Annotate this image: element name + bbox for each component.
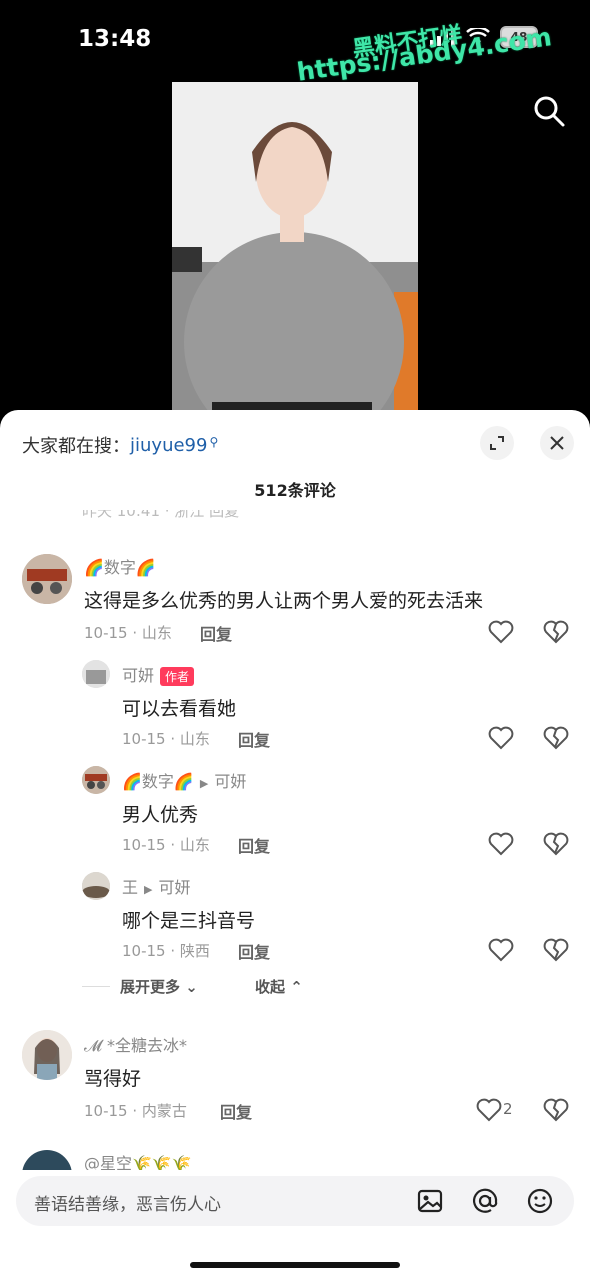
chevron-up-icon: ⌃: [290, 978, 303, 996]
avatar-image: [82, 766, 110, 794]
reply-to-username: 可妍: [158, 878, 191, 897]
reply-button[interactable]: 回复: [238, 833, 270, 857]
video-frame-illustration: [172, 82, 418, 412]
video-preview[interactable]: [172, 82, 418, 412]
close-panel-button[interactable]: [540, 426, 574, 460]
author-badge: 作者: [160, 667, 195, 686]
comments-panel: 大家都在搜： jiuyue99 ⚲ 512条评论 昨天 10:41 · 浙江 回…: [0, 410, 590, 1280]
close-icon: [550, 436, 564, 450]
reply-username[interactable]: 可妍 作者: [122, 662, 195, 686]
trending-prefix: 大家都在搜：: [22, 436, 130, 457]
comment-date-location: 10-15 · 内蒙古: [84, 1102, 187, 1120]
chevron-down-icon: ⌄: [185, 978, 198, 996]
reply-text: 哪个是三抖音号: [122, 910, 256, 932]
previous-comment-partial: 昨天 10:41 · 浙江 回复: [82, 510, 240, 520]
status-time: 13:48: [78, 26, 152, 52]
thread-divider: [82, 986, 110, 987]
reply-arrow-icon: ▶: [199, 777, 209, 790]
comment-count: 512条评论: [254, 481, 336, 500]
comment-username[interactable]: 𝓜 *全糖去冰*: [84, 1032, 187, 1056]
like-icon[interactable]: [488, 938, 514, 962]
like-icon[interactable]: [488, 620, 514, 644]
expand-panel-button[interactable]: [480, 426, 514, 460]
mention-icon[interactable]: [471, 1187, 499, 1215]
dislike-icon[interactable]: [543, 938, 569, 962]
emoji-icon[interactable]: [526, 1187, 554, 1215]
expand-icon: [490, 436, 504, 450]
avatar-image: [82, 872, 110, 900]
dislike-icon[interactable]: [543, 620, 569, 644]
like-icon[interactable]: [476, 1098, 502, 1122]
comment-text: 这得是多么优秀的男人让两个男人爱的死去活来: [84, 590, 484, 612]
avatar-image: [22, 1030, 72, 1080]
expand-more-button[interactable]: 展开更多 ⌄: [120, 976, 198, 997]
like-icon[interactable]: [488, 832, 514, 856]
screen: 13:48 48 黑料不打烊 https://abdy4.com 大家都在搜： …: [0, 0, 590, 1280]
comments-list[interactable]: 昨天 10:41 · 浙江 回复 🌈数字🌈 这得是多么优秀的男人让两个男人爱的死…: [0, 510, 590, 1170]
home-indicator[interactable]: [190, 1262, 400, 1268]
expand-more-label: 展开更多: [120, 978, 181, 996]
reply-arrow-icon: ▶: [144, 883, 153, 896]
trending-term[interactable]: jiuyue99: [130, 435, 207, 456]
avatar[interactable]: [22, 1150, 72, 1170]
reply-text: 男人优秀: [122, 804, 199, 826]
reply-button[interactable]: 回复: [200, 621, 232, 645]
image-icon[interactable]: [416, 1187, 444, 1215]
comment-input-bar[interactable]: 善语结善缘，恶言伤人心: [16, 1176, 574, 1226]
comment-username[interactable]: 🌈数字🌈: [84, 554, 156, 578]
reply-button[interactable]: 回复: [220, 1099, 252, 1123]
reply-date-location: 10-15 · 山东: [122, 730, 210, 748]
dislike-icon[interactable]: [543, 726, 569, 750]
reply-date-location: 10-15 · 山东: [122, 836, 210, 854]
reply-username-text: 王: [122, 878, 139, 897]
reply-text: 可以去看看她: [122, 698, 237, 720]
trending-search[interactable]: 大家都在搜： jiuyue99 ⚲: [22, 432, 218, 458]
like-count: 2: [503, 1100, 513, 1118]
search-icon[interactable]: [532, 94, 566, 128]
dislike-icon[interactable]: [543, 1098, 569, 1122]
reply-button[interactable]: 回复: [238, 939, 270, 963]
like-icon[interactable]: [488, 726, 514, 750]
avatar-image: [82, 660, 110, 688]
reply-username-text: 可妍: [122, 666, 155, 685]
comment-input[interactable]: 善语结善缘，恶言伤人心: [34, 1190, 221, 1215]
avatar[interactable]: [82, 660, 110, 688]
avatar[interactable]: [22, 554, 72, 604]
avatar[interactable]: [82, 872, 110, 900]
avatar[interactable]: [82, 766, 110, 794]
search-mini-icon: ⚲: [209, 435, 219, 449]
reply-username[interactable]: 王 ▶ 可妍: [122, 874, 191, 898]
comment-username[interactable]: @星空🌾🌾🌾: [84, 1150, 192, 1170]
comment-text: 骂得好: [84, 1068, 142, 1090]
avatar-image: [22, 554, 72, 604]
reply-to-username: 可妍: [214, 772, 247, 791]
reply-date-location: 10-15 · 陕西: [122, 942, 210, 960]
comment-date-location: 10-15 · 山东: [84, 624, 172, 642]
reply-username[interactable]: 🌈数字🌈 ▶ 可妍: [122, 768, 246, 792]
dislike-icon[interactable]: [543, 832, 569, 856]
reply-button[interactable]: 回复: [238, 727, 270, 751]
reply-username-text: 🌈数字🌈: [122, 772, 194, 791]
collapse-label: 收起: [255, 978, 286, 996]
collapse-button[interactable]: 收起 ⌃: [255, 976, 303, 997]
avatar[interactable]: [22, 1030, 72, 1080]
